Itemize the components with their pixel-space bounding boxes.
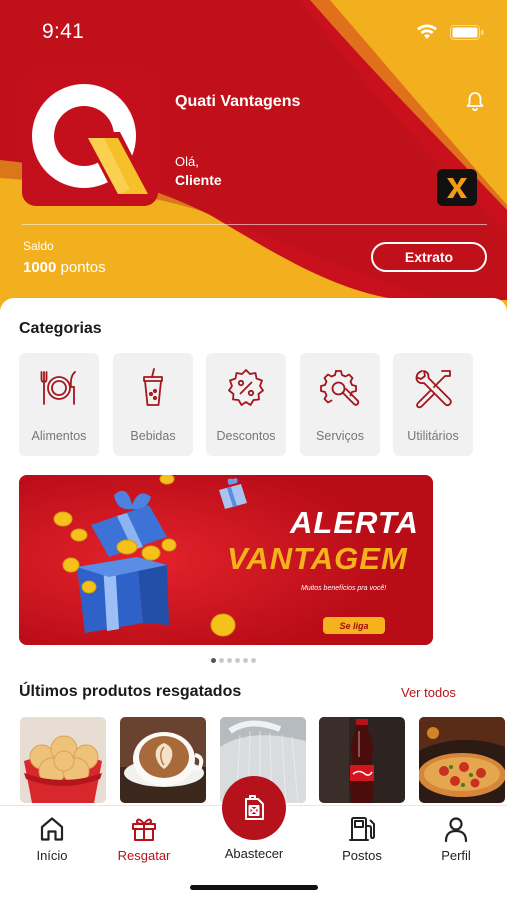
- drink-cup-icon: [143, 368, 163, 406]
- battery-icon: [450, 25, 484, 40]
- main-content: Categorias Alimentos Bebidas Descontos S…: [0, 298, 507, 818]
- product-thumb-cappuccino[interactable]: [120, 717, 206, 803]
- product-thumb-cheese-bread[interactable]: [20, 717, 106, 803]
- banner-title-line2: VANTAGEM: [227, 541, 408, 576]
- product-thumb-pizza[interactable]: [419, 717, 505, 803]
- pizza-image: [419, 717, 505, 803]
- gas-pump-icon: [349, 817, 375, 841]
- product-thumb-coca-cola[interactable]: [319, 717, 405, 803]
- home-indicator: [190, 885, 318, 890]
- tab-label: Resgatar: [117, 848, 171, 863]
- category-label: Descontos: [216, 429, 276, 443]
- wifi-icon: [417, 24, 437, 39]
- balance-points: 1000: [23, 259, 57, 276]
- balance-unit: pontos: [60, 259, 106, 276]
- tab-label: Postos: [342, 848, 382, 863]
- banner-subtitle: Muitos benefícios pra você!: [301, 585, 387, 592]
- cappuccino-image: [120, 717, 206, 803]
- partner-x-badge: [437, 169, 477, 206]
- pagination-dot[interactable]: [219, 658, 224, 663]
- category-label: Utilitários: [407, 429, 459, 443]
- bell-icon[interactable]: [464, 90, 486, 112]
- tab-label: Perfil: [441, 848, 471, 863]
- tools-icon: [415, 370, 452, 409]
- status-bar: 9:41: [0, 0, 507, 60]
- tab-home[interactable]: Início: [12, 806, 92, 876]
- statement-button[interactable]: Extrato: [371, 242, 487, 272]
- discount-badge-icon: [228, 369, 264, 406]
- category-label: Alimentos: [31, 429, 87, 443]
- brand-name: Quati Vantagens: [175, 93, 301, 110]
- tab-stations[interactable]: Postos: [322, 806, 402, 876]
- balance-value: 1000 pontos: [23, 259, 106, 276]
- pagination-dot[interactable]: [235, 658, 240, 663]
- pagination-dot[interactable]: [243, 658, 248, 663]
- categories-title: Categorias: [19, 320, 102, 337]
- fuel-can-icon: [245, 795, 264, 820]
- header-divider: [22, 224, 487, 225]
- gear-wrench-icon: [320, 370, 360, 406]
- tab-label: Início: [36, 848, 68, 863]
- fuel-fab-button[interactable]: [222, 776, 286, 840]
- balance-label: Saldo: [23, 239, 54, 253]
- category-food[interactable]: Alimentos: [19, 353, 99, 456]
- header-hero: 9:41 Quati Vantagens Olá, Cliente Saldo …: [0, 0, 507, 318]
- gift-icon: [132, 818, 156, 841]
- carousel-pagination[interactable]: [211, 658, 256, 663]
- user-name: Cliente: [175, 172, 222, 188]
- fork-plate-knife-icon: [40, 371, 76, 405]
- category-drinks[interactable]: Bebidas: [113, 353, 193, 456]
- x-logo-icon: [447, 177, 467, 198]
- category-utilities[interactable]: Utilitários: [393, 353, 473, 456]
- banner-cta[interactable]: Se liga: [323, 617, 385, 634]
- promo-banner[interactable]: ALERTA VANTAGEM Muitos benefícios pra vo…: [19, 475, 433, 645]
- cheese-bread-image: [20, 717, 106, 803]
- category-label: Serviços: [316, 429, 364, 443]
- quati-q-logo-icon: [22, 70, 158, 206]
- brand-logo: [22, 70, 158, 206]
- coca-cola-bottle-image: [319, 717, 405, 803]
- tab-redeem[interactable]: Resgatar: [104, 806, 184, 876]
- greeting-text: Olá,: [175, 154, 199, 169]
- category-label: Bebidas: [130, 429, 176, 443]
- pagination-dot[interactable]: [227, 658, 232, 663]
- category-services[interactable]: Serviços: [300, 353, 380, 456]
- recent-products-title: Últimos produtos resgatados: [19, 683, 242, 700]
- fuel-fab-label: Abastecer: [224, 846, 284, 861]
- user-icon: [444, 817, 468, 843]
- status-time: 9:41: [42, 20, 85, 43]
- category-discounts[interactable]: Descontos: [206, 353, 286, 456]
- home-icon: [40, 817, 64, 841]
- pagination-dot[interactable]: [251, 658, 256, 663]
- pagination-dot-active[interactable]: [211, 658, 216, 663]
- tab-profile[interactable]: Perfil: [416, 806, 496, 876]
- banner-title-line1: ALERTA: [290, 505, 419, 540]
- see-all-link[interactable]: Ver todos: [401, 685, 456, 700]
